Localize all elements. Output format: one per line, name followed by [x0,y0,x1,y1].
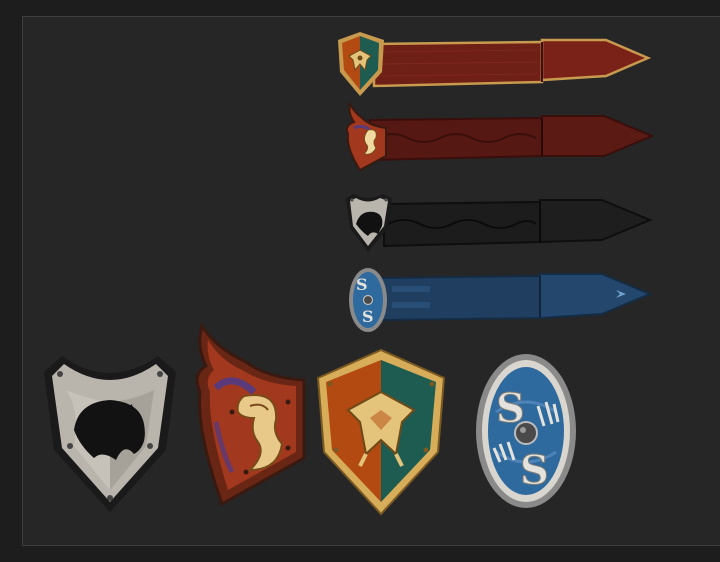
banner-cloth [383,199,653,248]
shield-dragon-heater[interactable] [314,348,448,518]
banner-panther-black[interactable] [338,186,658,260]
svg-text:S: S [362,307,374,326]
banner-serpent-blue[interactable]: S S [344,264,664,338]
banner-cloth [381,273,653,322]
shield-panther-steel[interactable] [40,350,180,516]
shield-seahorse-flame[interactable] [192,322,314,512]
shield-boss [514,421,538,445]
banner-seahorse-red[interactable] [340,98,660,178]
asset-sheet: S S S S [0,0,720,562]
banner-dragon-heraldic[interactable] [334,30,654,102]
shield-serpent-oval[interactable]: S S [474,352,578,510]
svg-text:S: S [520,447,549,494]
banner-cloth [372,38,652,88]
banner-cloth [369,115,655,162]
svg-text:S: S [356,275,368,294]
